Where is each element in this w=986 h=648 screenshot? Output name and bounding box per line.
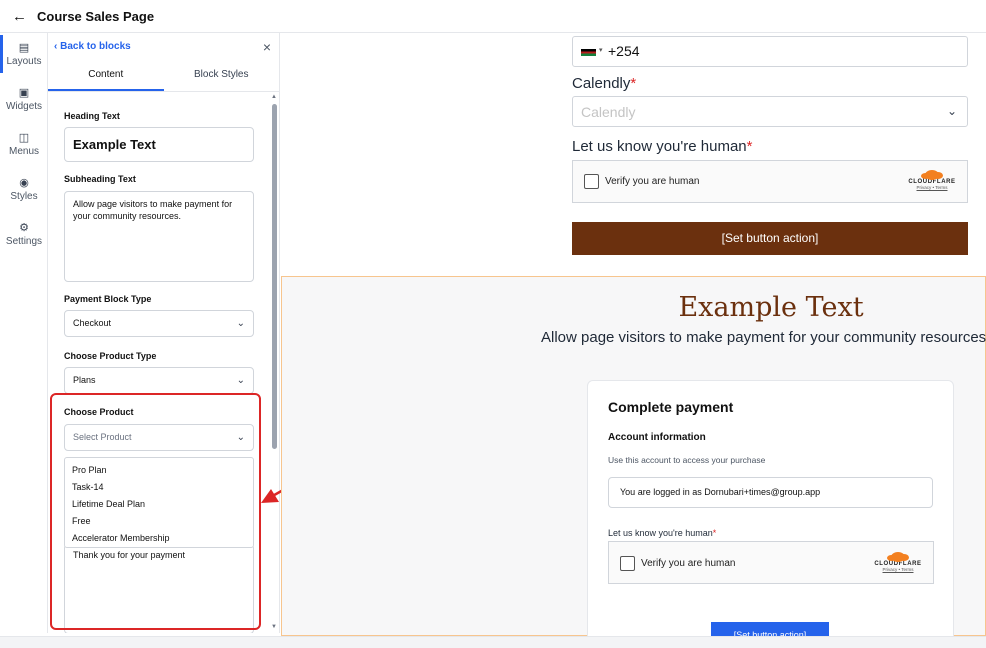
top-bar: ← Course Sales Page — [0, 0, 986, 33]
payment-type-value: Checkout — [73, 318, 112, 328]
chevron-down-icon: ▾ — [599, 47, 603, 54]
logged-in-box: You are logged in as Dornubari+times@gro… — [608, 477, 933, 508]
product-placeholder: Select Product — [73, 432, 132, 442]
cloudflare-logo: CLOUDFLARE Privacy • Terms — [871, 550, 925, 572]
tab-content[interactable]: Content — [48, 60, 164, 91]
rail-label: Settings — [5, 236, 43, 247]
page-title: Course Sales Page — [37, 8, 155, 24]
tab-block-styles[interactable]: Block Styles — [164, 60, 280, 91]
card-human-text: Let us know you're human — [608, 528, 713, 538]
scrollbar-thumb[interactable] — [272, 104, 277, 449]
product-select[interactable]: Select Product ⌄ — [64, 424, 254, 451]
rail-item-menus[interactable]: ◫ Menus — [0, 131, 48, 157]
scroll-down-icon[interactable]: ▼ — [271, 624, 277, 630]
payment-section: Example Text Allow page visitors to make… — [281, 276, 986, 636]
turnstile-widget: Verify you are human CLOUDFLARE Privacy … — [572, 160, 968, 203]
subheading-label: Subheading Text — [64, 174, 136, 184]
cloudflare-cloud-icon — [887, 550, 909, 562]
panel-scrollbar[interactable]: ▲ ▼ — [270, 92, 279, 633]
rail-label: Menus — [8, 146, 39, 157]
preview-canvas: ▾ +254 Calendly* Calendly ⌄ Let us know … — [281, 33, 986, 636]
payment-type-select[interactable]: Checkout ⌄ — [64, 310, 254, 337]
properties-panel: ‹ Back to blocks × Content Block Styles … — [48, 33, 280, 633]
rail-item-widgets[interactable]: ▣ Widgets — [0, 86, 48, 112]
chevron-down-icon: ⌄ — [236, 318, 245, 329]
cloudflare-cloud-icon — [921, 168, 943, 180]
payment-card: Complete payment Account information Use… — [587, 380, 954, 636]
card-set-button-action-button[interactable]: [Set button action] — [711, 622, 829, 636]
arrow-left-icon[interactable]: ← — [12, 8, 27, 25]
product-option[interactable]: Accelerator Membership — [65, 530, 253, 547]
verify-checkbox[interactable] — [584, 174, 599, 189]
card-verify-text: Verify you are human — [641, 558, 736, 569]
bottom-bar — [0, 636, 986, 648]
card-human-label: Let us know you're human* — [608, 528, 717, 538]
chevron-down-icon: ⌄ — [236, 432, 245, 443]
product-option[interactable]: Pro Plan — [65, 462, 253, 479]
layouts-icon: ▤ — [18, 42, 30, 54]
scroll-up-icon[interactable]: ▲ — [271, 94, 277, 100]
section-title: Example Text — [678, 292, 864, 323]
panel-body: Heading Text Example Text Subheading Tex… — [48, 92, 268, 633]
card-verify-checkbox[interactable] — [620, 556, 635, 571]
widgets-icon: ▣ — [18, 87, 30, 99]
rail-item-styles[interactable]: ◉ Styles — [0, 176, 48, 202]
panel-tabs: Content Block Styles — [48, 60, 279, 92]
calendly-label-text: Calendly — [572, 75, 631, 92]
account-heading: Account information — [608, 432, 706, 443]
product-label: Choose Product — [64, 407, 134, 417]
palette-icon: ◉ — [19, 177, 29, 189]
chevron-down-icon: ⌄ — [236, 375, 245, 386]
product-type-select[interactable]: Plans ⌄ — [64, 367, 254, 394]
close-icon[interactable]: × — [263, 39, 271, 55]
human-label: Let us know you're human* — [572, 138, 753, 155]
subheading-textarea[interactable]: Allow page visitors to make payment for … — [64, 191, 254, 282]
product-option[interactable]: Lifetime Deal Plan — [65, 496, 253, 513]
back-label: Back to blocks — [60, 41, 131, 52]
product-option[interactable]: Task-14 — [65, 479, 253, 496]
thankyou-textarea[interactable]: Thank you for your payment — [64, 544, 254, 633]
heading-label: Heading Text — [64, 111, 120, 121]
product-type-value: Plans — [73, 375, 96, 385]
cloudflare-links[interactable]: Privacy • Terms — [871, 567, 925, 572]
rail-item-layouts[interactable]: ▤ Layouts — [0, 41, 48, 67]
phone-input[interactable]: ▾ +254 — [572, 36, 968, 67]
kenya-flag-icon — [581, 48, 596, 57]
calendly-placeholder: Calendly — [581, 104, 636, 120]
cloudflare-logo: CLOUDFLARE Privacy • Terms — [906, 168, 958, 190]
section-subtitle: Allow page visitors to make payment for … — [541, 329, 986, 346]
human-label-text: Let us know you're human — [572, 138, 747, 155]
account-note: Use this account to access your purchase — [608, 455, 766, 465]
left-rail: ▤ Layouts ▣ Widgets ◫ Menus ◉ Styles ⚙ S… — [0, 33, 48, 633]
product-option[interactable]: Free — [65, 513, 253, 530]
back-to-blocks-link[interactable]: ‹ Back to blocks — [54, 41, 131, 52]
panel-header: ‹ Back to blocks × — [48, 33, 279, 60]
cloudflare-links[interactable]: Privacy • Terms — [906, 185, 958, 190]
card-title: Complete payment — [608, 399, 734, 415]
rail-label: Styles — [10, 191, 38, 202]
rail-label: Layouts — [6, 56, 42, 67]
set-button-action-button[interactable]: [Set button action] — [572, 222, 968, 255]
calendly-label: Calendly* — [572, 75, 637, 92]
verify-text: Verify you are human — [605, 176, 700, 187]
product-dropdown-list: Pro Plan Task-14 Lifetime Deal Plan Free… — [64, 457, 254, 548]
heading-input[interactable]: Example Text — [64, 127, 254, 162]
calendly-select[interactable]: Calendly ⌄ — [572, 96, 968, 127]
gear-icon: ⚙ — [19, 222, 29, 234]
chevron-down-icon: ⌄ — [946, 104, 957, 118]
phone-value: +254 — [608, 43, 640, 59]
menus-icon: ◫ — [18, 132, 30, 144]
rail-item-settings[interactable]: ⚙ Settings — [0, 221, 48, 247]
card-turnstile-widget: Verify you are human CLOUDFLARE Privacy … — [608, 541, 934, 584]
rail-label: Widgets — [5, 101, 43, 112]
product-type-label: Choose Product Type — [64, 351, 157, 361]
payment-type-label: Payment Block Type — [64, 294, 152, 304]
